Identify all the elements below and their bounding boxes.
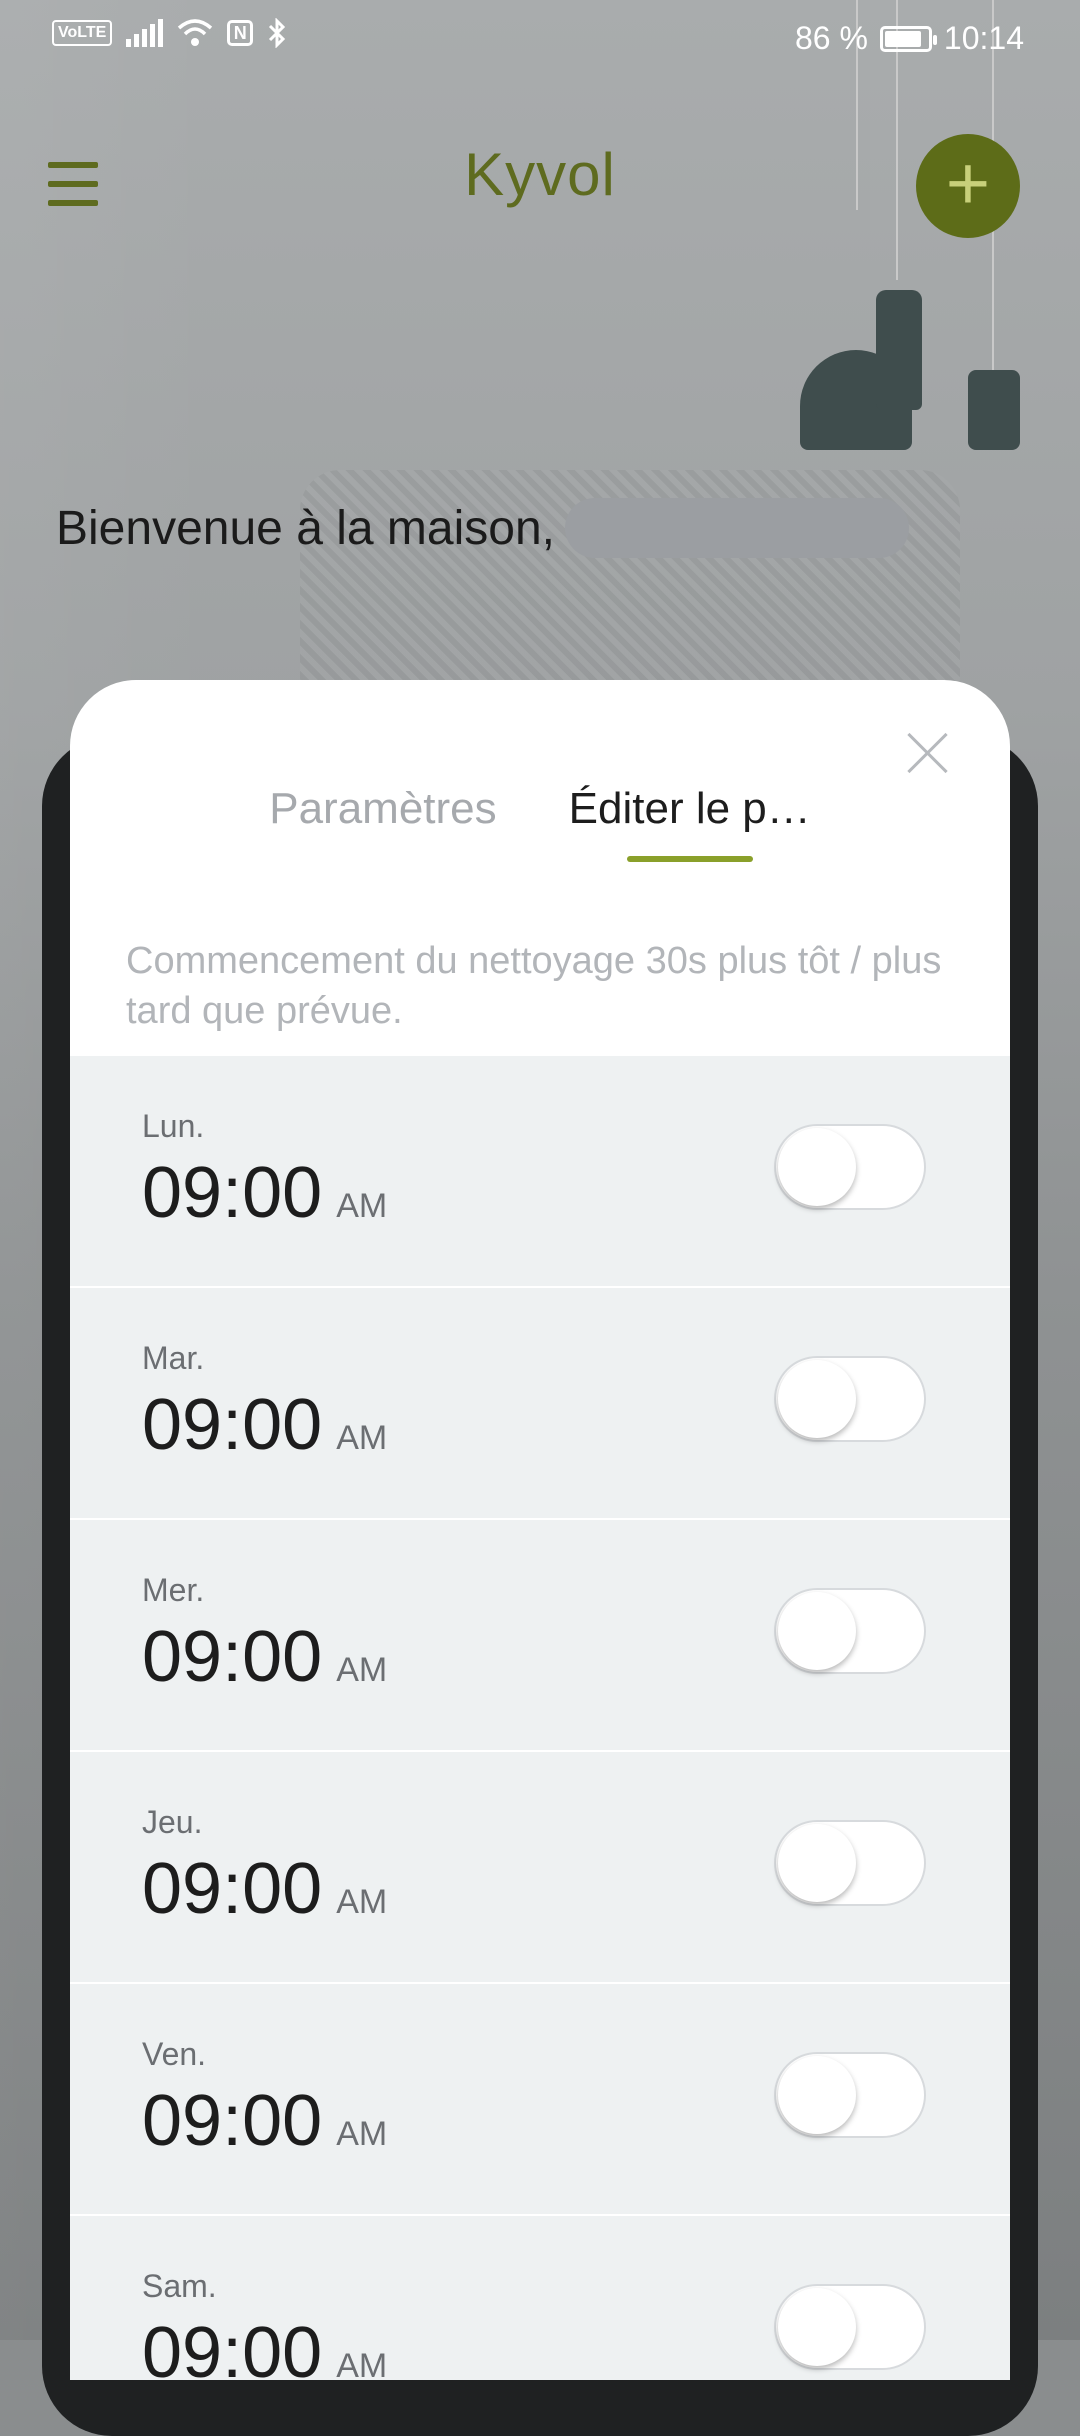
schedule-hint: Commencement du nettoyage 30s plus tôt /… [126, 940, 942, 1032]
schedule-list: Lun. 09:00 AM Mar. 09:00 AM Mer. 09:00 A… [70, 1056, 1010, 2380]
day-label: Jeu. [142, 1804, 203, 1840]
toggle-knob [778, 1592, 856, 1670]
welcome-message: Bienvenue à la maison, [56, 498, 909, 558]
time-value: 09:00 [142, 1385, 323, 1465]
time-value: 09:00 [142, 1849, 323, 1929]
schedule-toggle[interactable] [774, 1356, 926, 1442]
tab-parametres[interactable]: Paramètres [269, 784, 496, 854]
sheet-tabs: Paramètres Éditer le p… [70, 784, 1010, 862]
am-pm-label: AM [336, 1651, 388, 1689]
time-value: 09:00 [142, 1153, 323, 1233]
day-label: Ven. [142, 2036, 207, 2072]
day-label: Lun. [142, 1108, 205, 1144]
schedule-sheet: Paramètres Éditer le p… Commencement du … [70, 680, 1010, 2380]
day-label: Mar. [142, 1340, 205, 1376]
battery-percentage: 86 % [794, 20, 868, 56]
time-display: 09:00 AM [142, 2312, 387, 2380]
schedule-row-saturday[interactable]: Sam. 09:00 AM [70, 2216, 1010, 2380]
nfc-icon: N [227, 20, 254, 46]
schedule-toggle[interactable] [774, 1820, 926, 1906]
time-display: 09:00 AM [142, 1152, 387, 1234]
schedule-row-wednesday[interactable]: Mer. 09:00 AM [70, 1520, 1010, 1752]
schedule-row-friday[interactable]: Ven. 09:00 AM [70, 1984, 1010, 2216]
clock: 10:14 [943, 20, 1024, 56]
tab-label: Paramètres [269, 784, 497, 833]
wifi-icon [178, 19, 213, 46]
toggle-knob [778, 2056, 856, 2134]
schedule-toggle[interactable] [774, 1588, 926, 1674]
battery-level [884, 30, 921, 47]
schedule-row-tuesday[interactable]: Mar. 09:00 AM [70, 1288, 1010, 1520]
toggle-knob [778, 1824, 856, 1902]
battery-icon [879, 25, 937, 52]
welcome-text: Bienvenue à la maison, [56, 501, 555, 555]
time-display: 09:00 AM [142, 1848, 387, 1930]
time-display: 09:00 AM [142, 1616, 387, 1698]
schedule-row-monday[interactable]: Lun. 09:00 AM [70, 1056, 1010, 1288]
volte-icon: VoLTE [52, 20, 113, 46]
time-display: 09:00 AM [142, 1384, 387, 1466]
toggle-knob [778, 1360, 856, 1438]
toggle-knob [778, 1128, 856, 1206]
time-display: 09:00 AM [142, 2080, 387, 2162]
signal-icon [126, 19, 164, 47]
redacted-username [564, 498, 909, 558]
close-icon[interactable] [906, 732, 948, 774]
time-value: 09:00 [142, 2081, 323, 2161]
time-value: 09:00 [142, 1617, 323, 1697]
day-label: Sam. [142, 2268, 217, 2304]
time-value: 09:00 [142, 2313, 323, 2380]
schedule-toggle[interactable] [774, 2052, 926, 2138]
am-pm-label: AM [336, 2347, 388, 2380]
am-pm-label: AM [336, 1883, 388, 1921]
am-pm-label: AM [336, 1419, 388, 1457]
schedule-row-thursday[interactable]: Jeu. 09:00 AM [70, 1752, 1010, 1984]
status-bar: VoLTE N 86 % 10:14 [0, 0, 1080, 76]
schedule-toggle[interactable] [774, 1124, 926, 1210]
am-pm-label: AM [336, 1187, 388, 1225]
bluetooth-icon [269, 18, 286, 48]
add-device-button[interactable]: + [916, 134, 1020, 238]
schedule-toggle[interactable] [774, 2284, 926, 2370]
tab-edit-schedule[interactable]: Éditer le p… [568, 784, 811, 862]
toggle-knob [778, 2288, 856, 2366]
am-pm-label: AM [336, 2115, 388, 2153]
day-label: Mer. [142, 1572, 205, 1608]
active-tab-indicator [626, 856, 753, 862]
tab-label: Éditer le p… [568, 784, 811, 833]
